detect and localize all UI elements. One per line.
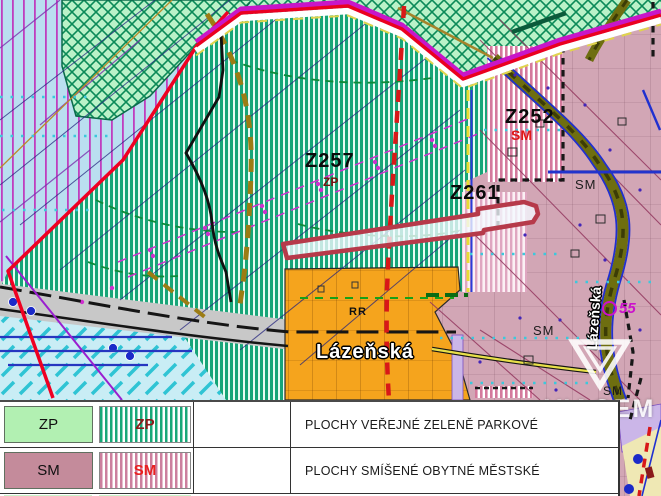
legend-divider xyxy=(290,402,291,447)
legend-row-sm: SM SM PLOCHY SMÍŠENÉ OBYTNÉ MĚSTSKÉ xyxy=(0,448,618,494)
legend-swatch-solid-1: SM xyxy=(4,452,93,489)
legend-code-striped-1: SM xyxy=(134,462,157,479)
legend-swatch-solid-0: ZP xyxy=(4,406,93,443)
legend-swatch-striped-0: ZP xyxy=(99,406,191,443)
legend-row-zp: ZP ZP PLOCHY VEŘEJNÉ ZELENĚ PARKOVÉ xyxy=(0,402,618,448)
legend-code-solid-0: ZP xyxy=(39,416,58,433)
legend-description-1: PLOCHY SMÍŠENÉ OBYTNÉ MĚSTSKÉ xyxy=(305,448,540,493)
legend-swatch-striped-1: SM xyxy=(99,452,191,489)
viagem-logo-icon xyxy=(571,340,629,388)
legend-divider xyxy=(193,448,194,493)
legend-code-solid-1: SM xyxy=(37,462,60,479)
map-legend: ZP ZP PLOCHY VEŘEJNÉ ZELENĚ PARKOVÉ SM S… xyxy=(0,400,620,496)
legend-code-striped-0: ZP xyxy=(135,416,154,433)
legend-divider xyxy=(290,448,291,493)
map-viewer: Z257 ZP Z252 SM Z261 SM SM SM RR Lázeňsk… xyxy=(0,0,661,496)
legend-description-0: PLOCHY VEŘEJNÉ ZELENĚ PARKOVÉ xyxy=(305,402,538,447)
legend-divider xyxy=(193,402,194,447)
